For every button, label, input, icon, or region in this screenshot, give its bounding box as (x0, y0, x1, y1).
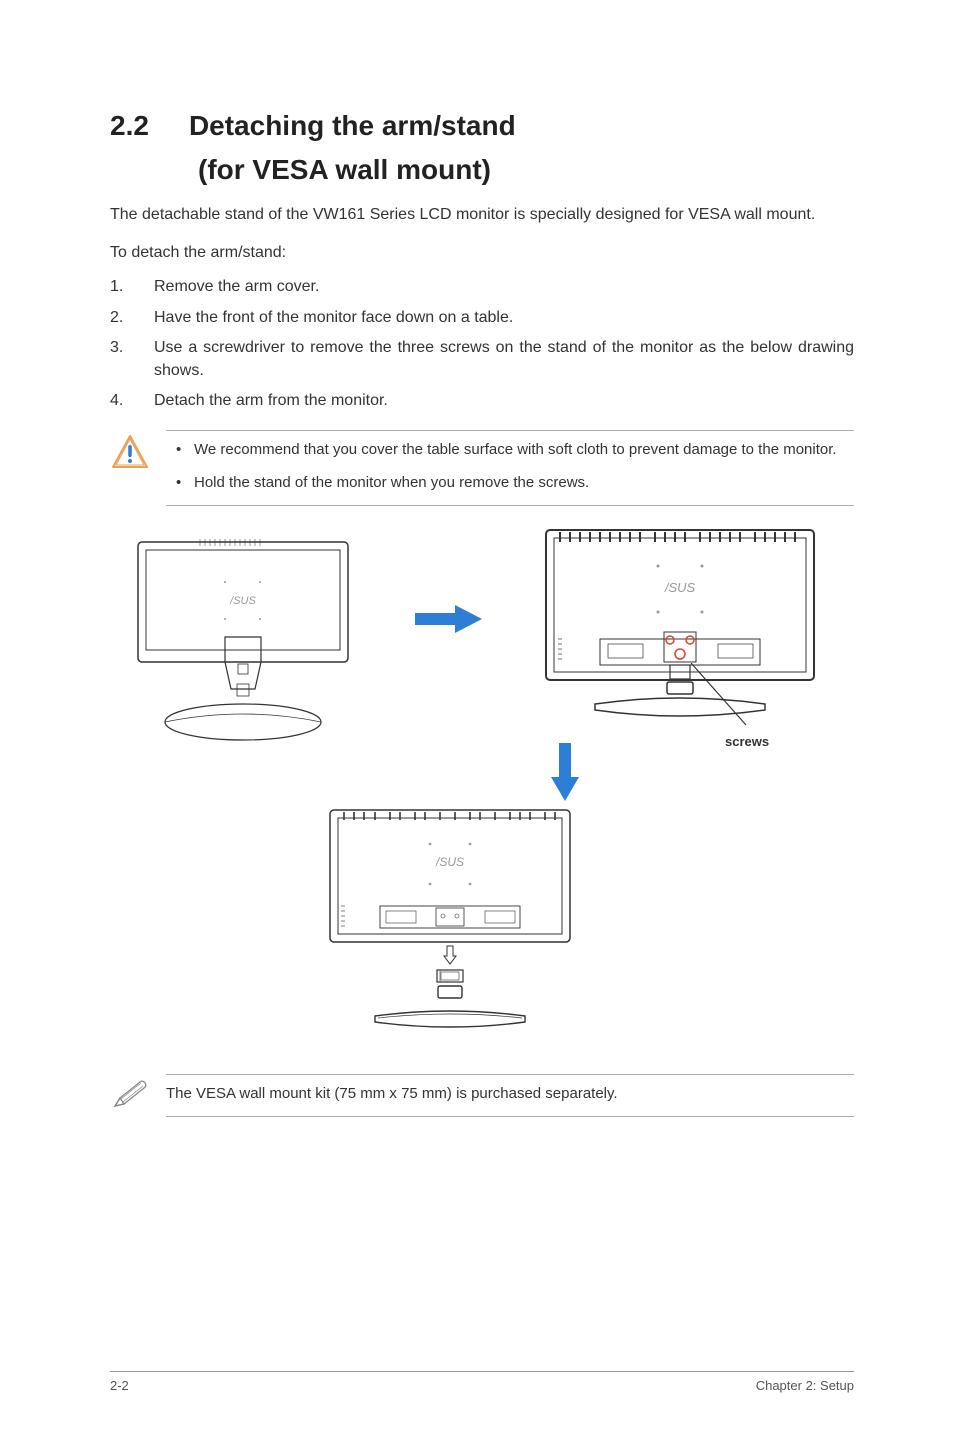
section-heading: 2.2 Detaching the arm/stand (110, 110, 854, 142)
step-number: 1. (110, 276, 123, 298)
monitor-back-screws-view: /SUS (540, 524, 820, 724)
section-title-line1: Detaching the arm/stand (189, 110, 516, 141)
step-item: 3. Use a screwdriver to remove the three … (110, 337, 854, 382)
step-text: Detach the arm from the monitor. (154, 392, 388, 409)
step-item: 4. Detach the arm from the monitor. (110, 390, 854, 412)
section-number: 2.2 (110, 110, 149, 142)
step-text: Have the front of the monitor face down … (154, 309, 513, 326)
page-number: 2-2 (110, 1378, 129, 1393)
note-block: The VESA wall mount kit (75 mm x 75 mm) … (110, 1074, 854, 1117)
warning-item: Hold the stand of the monitor when you r… (166, 472, 854, 493)
screws-label: screws (725, 734, 769, 749)
steps-intro: To detach the arm/stand: (110, 244, 854, 262)
warning-block: We recommend that you cover the table su… (110, 430, 854, 506)
chapter-label: Chapter 2: Setup (756, 1378, 854, 1393)
step-text: Remove the arm cover. (154, 278, 319, 295)
note-text: The VESA wall mount kit (75 mm x 75 mm) … (166, 1083, 854, 1104)
section-title-line2: (for VESA wall mount) (198, 154, 854, 186)
svg-text:/SUS: /SUS (664, 580, 696, 595)
steps-list: 1. Remove the arm cover. 2. Have the front… (110, 276, 854, 412)
page-footer: 2-2 Chapter 2: Setup (110, 1371, 854, 1393)
pen-icon (110, 1074, 166, 1117)
svg-text:/SUS: /SUS (229, 595, 256, 607)
step-number: 3. (110, 337, 123, 359)
monitor-front-view: /SUS (130, 534, 370, 744)
intro-paragraph: The detachable stand of the VW161 Series… (110, 204, 854, 226)
diagram-area: /SUS /SUS (110, 524, 854, 1054)
step-item: 1. Remove the arm cover. (110, 276, 854, 298)
svg-text:/SUS: /SUS (435, 855, 464, 869)
step-number: 4. (110, 390, 123, 412)
arrow-down-icon (545, 739, 585, 807)
warning-item: We recommend that you cover the table su… (166, 439, 854, 460)
step-number: 2. (110, 307, 123, 329)
warning-content: We recommend that you cover the table su… (166, 430, 854, 506)
note-content: The VESA wall mount kit (75 mm x 75 mm) … (166, 1074, 854, 1117)
arrow-right-icon (410, 599, 490, 639)
step-text: Use a screwdriver to remove the three sc… (154, 339, 854, 378)
screws-callout-line (691, 663, 761, 733)
warning-icon (110, 430, 166, 506)
monitor-detached-view: /SUS (320, 804, 580, 1044)
step-item: 2. Have the front of the monitor face dow… (110, 307, 854, 329)
